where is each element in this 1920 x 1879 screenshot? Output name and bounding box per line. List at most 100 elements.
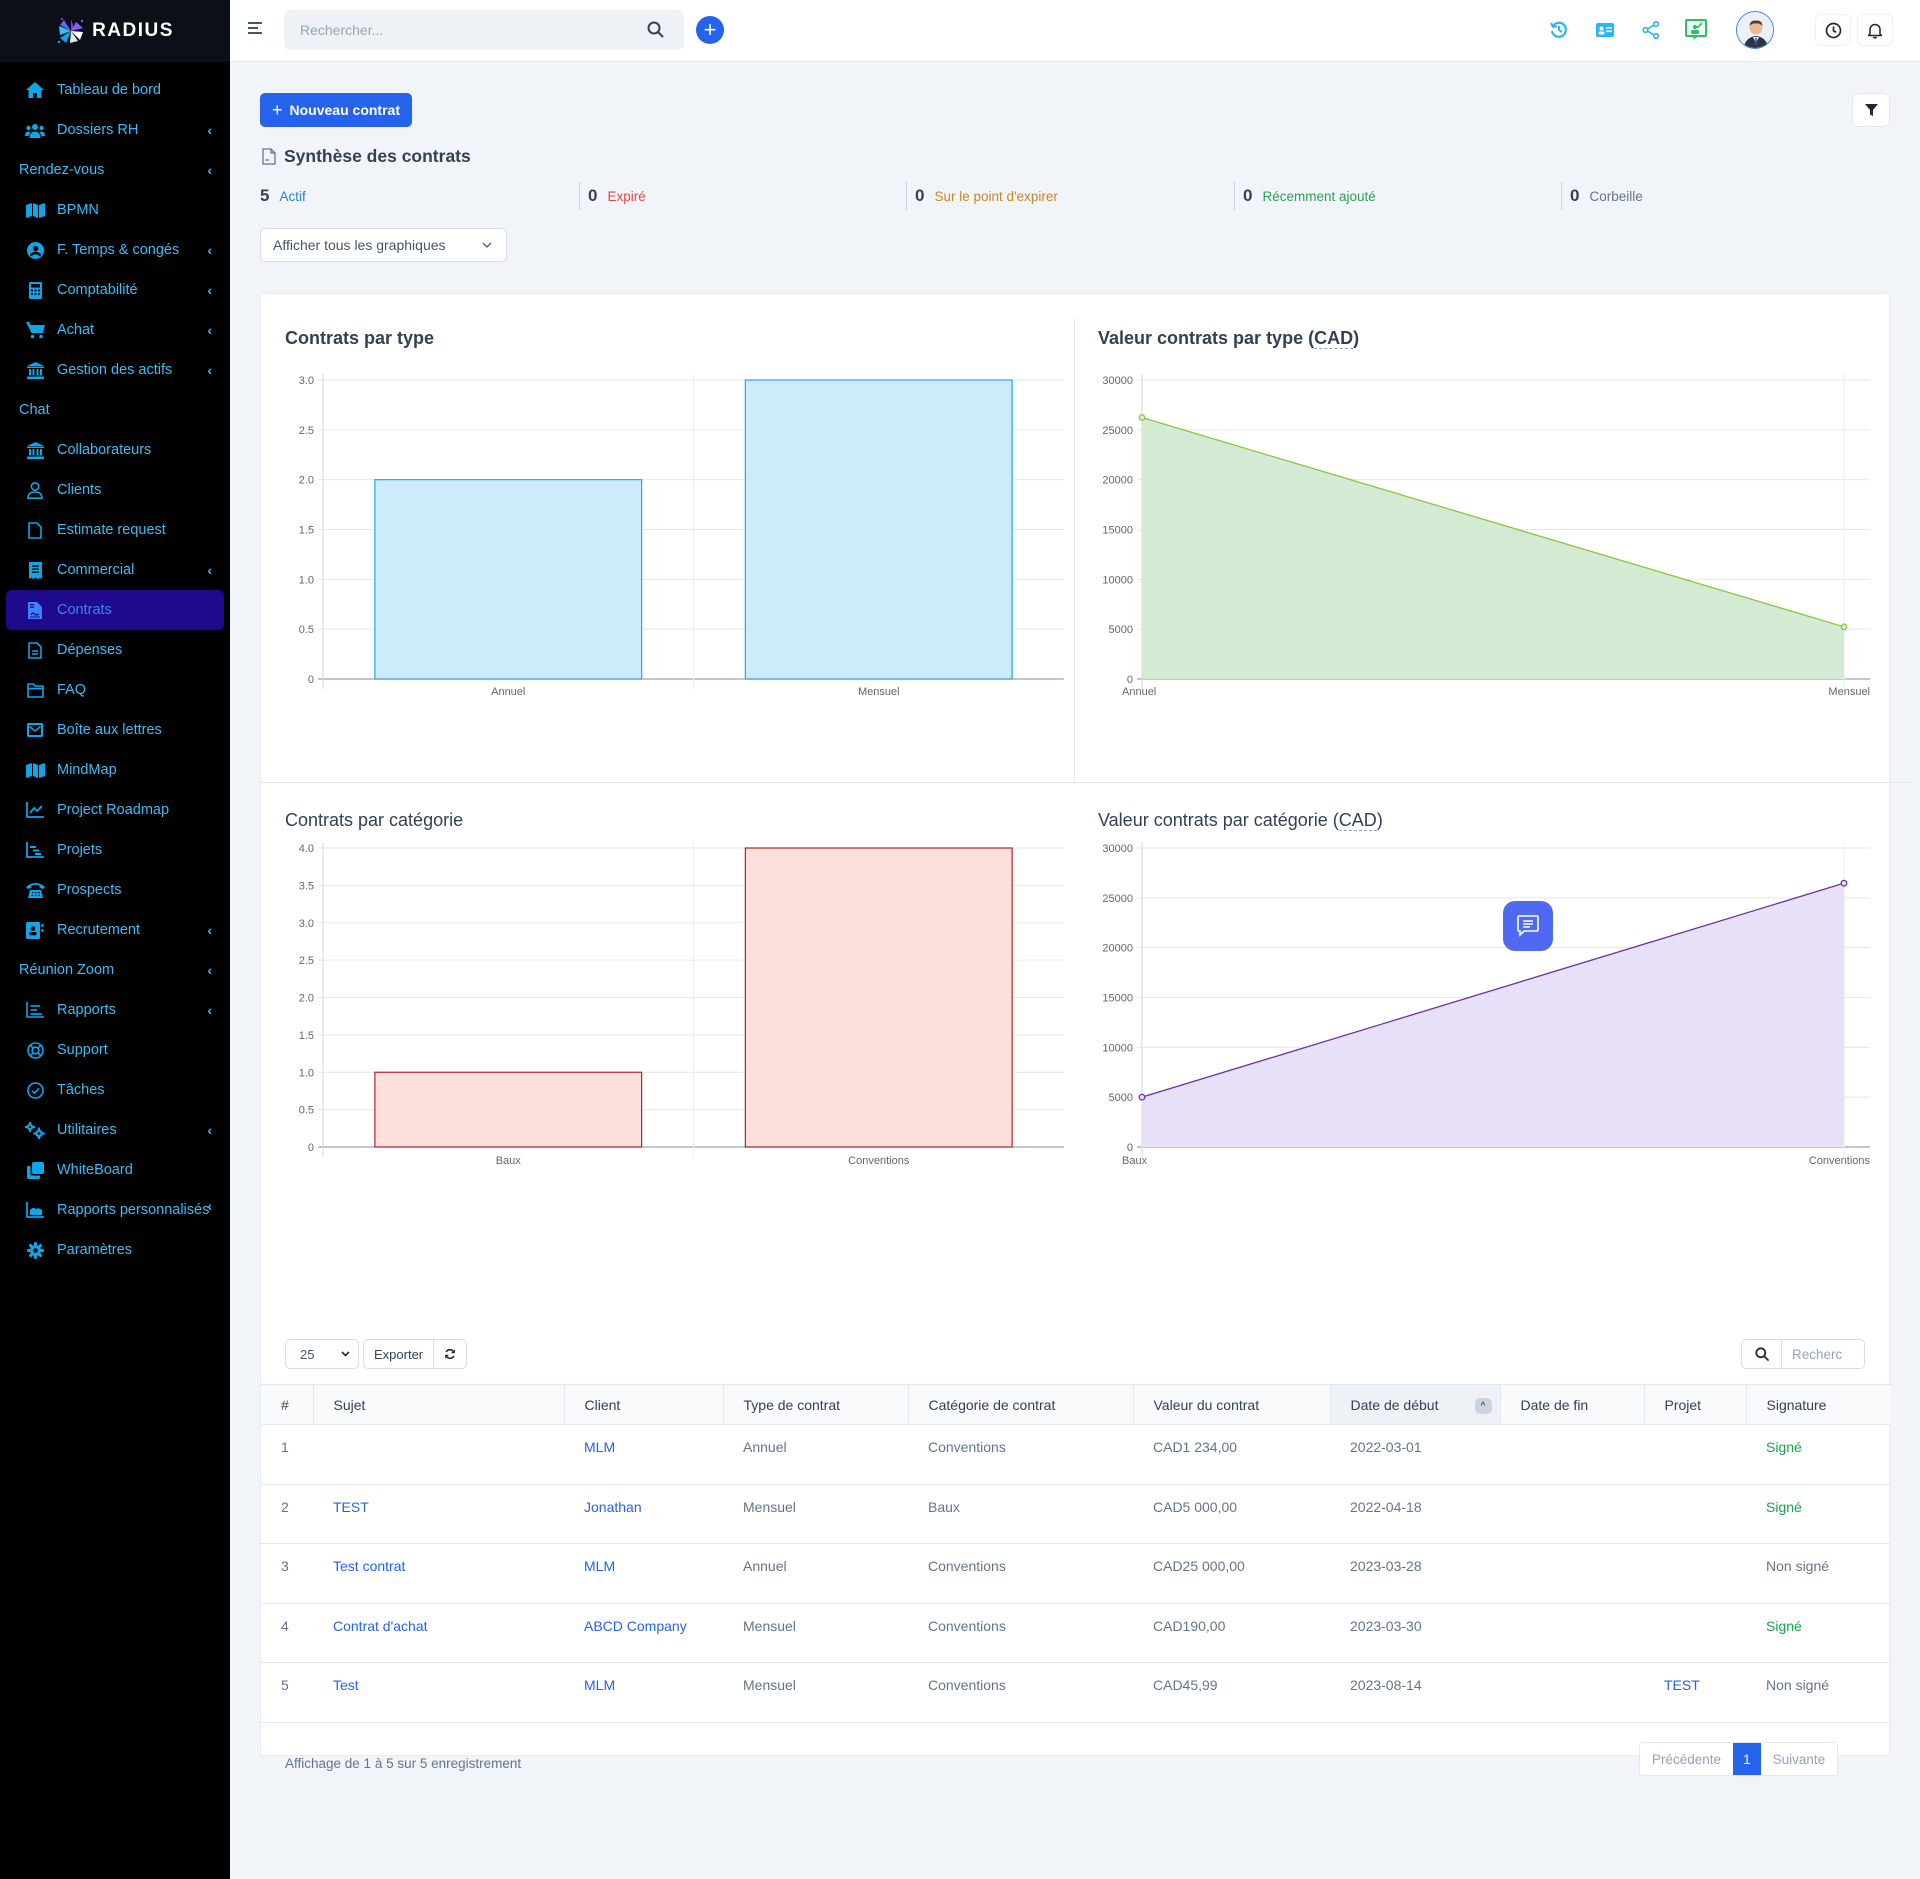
- history-icon[interactable]: [1547, 18, 1571, 42]
- table-row[interactable]: 4 Contrat d'achat ABCD Company Mensuel Conve…: [261, 1603, 1891, 1663]
- sidebar-item-whiteboard[interactable]: WhiteBoard: [6, 1150, 224, 1190]
- chevron-left-icon[interactable]: ‹: [207, 922, 212, 938]
- chat-widget-button[interactable]: [1503, 901, 1553, 951]
- sidebar-item-faq[interactable]: FAQ: [6, 670, 224, 710]
- table-search-input[interactable]: [1782, 1340, 1864, 1368]
- cell-client[interactable]: Jonathan: [564, 1484, 723, 1544]
- cell-project[interactable]: TEST: [1644, 1662, 1746, 1723]
- filter-button[interactable]: [1852, 93, 1890, 127]
- column-header[interactable]: Sujet: [313, 1384, 565, 1425]
- notifications-button[interactable]: [1857, 14, 1893, 46]
- sidebar-item-utilitaires[interactable]: Utilitaires ‹: [6, 1110, 224, 1150]
- sidebar-item-recrutement[interactable]: Recrutement ‹: [6, 910, 224, 950]
- sidebar-item-comptabilite[interactable]: Comptabilité ‹: [6, 270, 224, 310]
- sidebar-item-project-roadmap[interactable]: Project Roadmap: [6, 790, 224, 830]
- sidebar-item-commercial[interactable]: Commercial ‹: [6, 550, 224, 590]
- sidebar-item-reunion-zoom[interactable]: Réunion Zoom ‹: [6, 950, 224, 990]
- cell-end: [1500, 1424, 1644, 1485]
- sort-ascending-icon[interactable]: ^: [1474, 1398, 1492, 1414]
- brand[interactable]: RADIUS: [0, 0, 230, 62]
- sidebar-item-parametres[interactable]: Paramètres: [6, 1230, 224, 1270]
- chevron-left-icon[interactable]: ‹: [207, 1198, 212, 1214]
- global-search-input[interactable]: [284, 10, 624, 50]
- share-icon[interactable]: [1639, 18, 1663, 42]
- user-avatar[interactable]: [1736, 11, 1774, 49]
- search-icon[interactable]: [647, 21, 664, 41]
- pagination-page-current[interactable]: 1: [1733, 1743, 1761, 1775]
- cell-client[interactable]: MLM: [564, 1424, 723, 1485]
- column-header[interactable]: #: [261, 1384, 314, 1425]
- stat-trash[interactable]: 0 Corbeille: [1561, 182, 1643, 210]
- refresh-button[interactable]: [433, 1340, 466, 1368]
- sidebar-item-prospects[interactable]: Prospects: [6, 870, 224, 910]
- column-header[interactable]: Date de fin: [1500, 1384, 1645, 1425]
- cell-subject[interactable]: TEST: [313, 1484, 564, 1544]
- sidebar-item-rapports[interactable]: Rapports ‹: [6, 990, 224, 1030]
- column-header[interactable]: Projet: [1644, 1384, 1747, 1425]
- sidebar-item-mindmap[interactable]: MindMap: [6, 750, 224, 790]
- table-search-button[interactable]: [1742, 1340, 1782, 1368]
- chart-filter-select[interactable]: Afficher tous les graphiques: [260, 228, 507, 262]
- chevron-left-icon[interactable]: ‹: [207, 962, 212, 978]
- column-header[interactable]: Type de contrat: [723, 1384, 909, 1425]
- menu-toggle-icon[interactable]: [248, 22, 262, 36]
- sidebar-item-dossiers-rh[interactable]: Dossiers RH ‹: [6, 110, 224, 150]
- cell-subject[interactable]: Test contrat: [313, 1543, 564, 1604]
- clock-button[interactable]: [1815, 14, 1851, 46]
- sidebar-item-contrats[interactable]: Contrats: [6, 590, 224, 630]
- stat-active[interactable]: 5 Actif: [260, 182, 306, 210]
- cell-subject[interactable]: Test: [313, 1662, 564, 1723]
- chevron-left-icon[interactable]: ‹: [207, 242, 212, 258]
- table-row[interactable]: 5 Test MLM Mensuel Conventions CAD45,99 2023-0…: [261, 1662, 1891, 1723]
- chevron-left-icon[interactable]: ‹: [207, 1122, 212, 1138]
- sidebar-item-tableau-de-bord[interactable]: Tableau de bord: [6, 70, 224, 110]
- quick-add-button[interactable]: +: [696, 16, 724, 44]
- cell-subject[interactable]: Contrat d'achat: [313, 1603, 564, 1663]
- sidebar-item-projets[interactable]: Projets: [6, 830, 224, 870]
- chevron-left-icon[interactable]: ‹: [207, 322, 212, 338]
- page-length-select[interactable]: 25: [285, 1339, 359, 1369]
- column-header[interactable]: Date de début ^: [1330, 1384, 1501, 1425]
- presentation-icon[interactable]: [1684, 18, 1708, 42]
- sidebar-item-bpmn[interactable]: BPMN: [6, 190, 224, 230]
- chevron-left-icon[interactable]: ‹: [207, 362, 212, 378]
- sidebar-item-rendez-vous[interactable]: Rendez-vous ‹: [6, 150, 224, 190]
- sidebar-item-depenses[interactable]: Dépenses: [6, 630, 224, 670]
- cell-client[interactable]: ABCD Company: [564, 1603, 723, 1663]
- sidebar-item-collaborateurs[interactable]: Collaborateurs: [6, 430, 224, 470]
- stat-recently-added[interactable]: 0 Récemment ajouté: [1234, 182, 1376, 210]
- cell-client[interactable]: MLM: [564, 1543, 723, 1604]
- cell-client[interactable]: MLM: [564, 1662, 723, 1723]
- sidebar-item-gestion-des-actifs[interactable]: Gestion des actifs ‹: [6, 350, 224, 390]
- pagination-next[interactable]: Suivante: [1760, 1743, 1838, 1775]
- chevron-left-icon[interactable]: ‹: [207, 162, 212, 178]
- column-header[interactable]: Valeur du contrat: [1133, 1384, 1331, 1425]
- sidebar-item-rapports-personnalises[interactable]: Rapports personnalisés ‹: [6, 1190, 224, 1230]
- pagination-prev[interactable]: Précédente: [1640, 1743, 1734, 1775]
- stat-expired[interactable]: 0 Expiré: [579, 182, 646, 210]
- contact-card-icon[interactable]: [1593, 18, 1617, 42]
- sidebar-item-achat[interactable]: Achat ‹: [6, 310, 224, 350]
- column-header[interactable]: Signature: [1746, 1384, 1891, 1425]
- column-header-label: Valeur du contrat: [1153, 1396, 1260, 1413]
- chevron-left-icon[interactable]: ‹: [207, 1002, 212, 1018]
- sidebar-item-boite-aux-lettres[interactable]: Boîte aux lettres: [6, 710, 224, 750]
- stat-about-to-expire[interactable]: 0 Sur le point d'expirer: [906, 182, 1058, 210]
- sidebar-item-chat[interactable]: Chat: [6, 390, 224, 430]
- sidebar-item-estimate-request[interactable]: Estimate request: [6, 510, 224, 550]
- export-button[interactable]: Exporter: [364, 1340, 433, 1368]
- chevron-left-icon[interactable]: ‹: [207, 282, 212, 298]
- sidebar-item-clients[interactable]: Clients: [6, 470, 224, 510]
- column-header[interactable]: Catégorie de contrat: [908, 1384, 1134, 1425]
- new-contract-button[interactable]: + Nouveau contrat: [260, 93, 412, 127]
- table-row[interactable]: 3 Test contrat MLM Annuel Conventions CAD25 0…: [261, 1543, 1891, 1604]
- chevron-left-icon[interactable]: ‹: [207, 562, 212, 578]
- sidebar-item-taches[interactable]: Tâches: [6, 1070, 224, 1110]
- table-row[interactable]: 2 TEST Jonathan Mensuel Baux CAD5 000,00 2022-…: [261, 1484, 1891, 1544]
- sidebar-item-support[interactable]: Support: [6, 1030, 224, 1070]
- table-row[interactable]: 1 MLM Annuel Conventions CAD1 234,00 2022-03-…: [261, 1424, 1891, 1485]
- column-header[interactable]: Client: [564, 1384, 724, 1425]
- cell-signature: Signé: [1746, 1484, 1891, 1544]
- sidebar-item-f-temps-conges[interactable]: F. Temps & congés ‹: [6, 230, 224, 270]
- chevron-left-icon[interactable]: ‹: [207, 122, 212, 138]
